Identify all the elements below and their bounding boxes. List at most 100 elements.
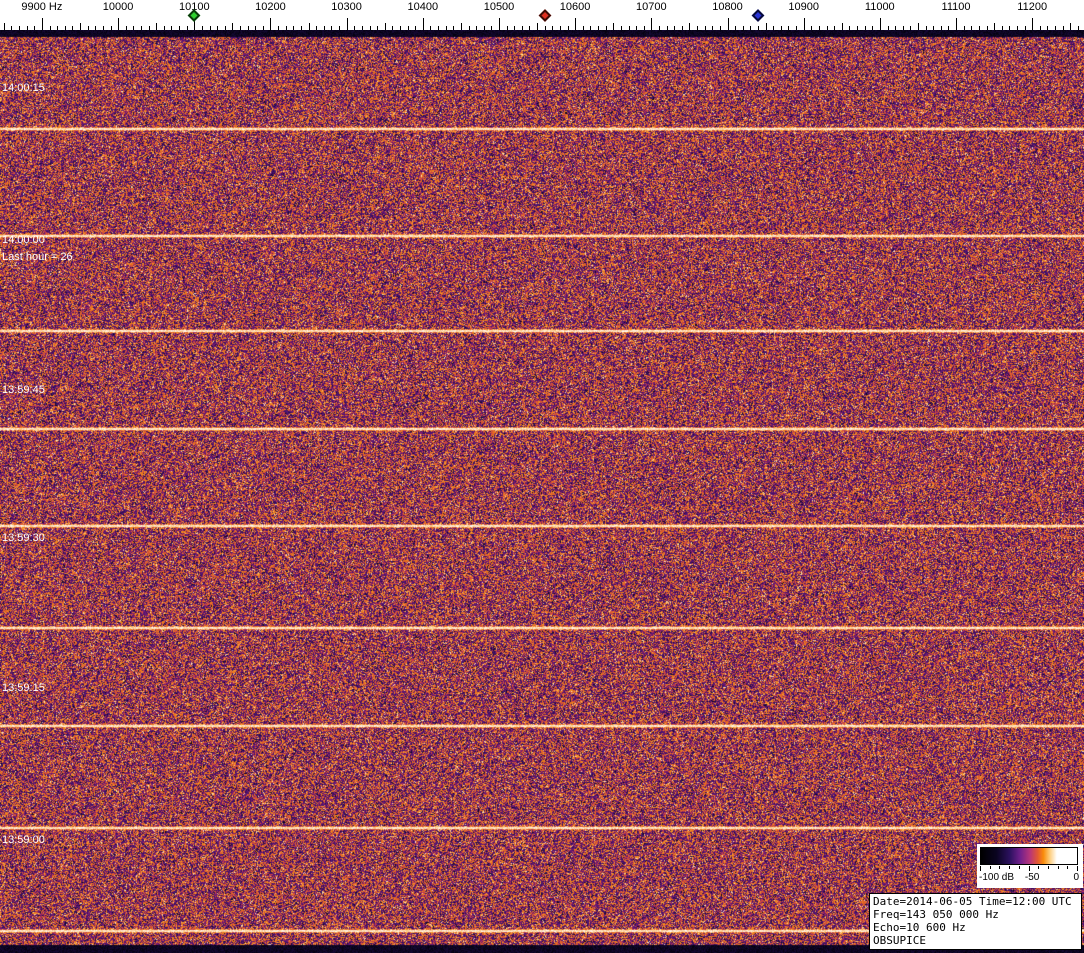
ruler-tick xyxy=(719,26,721,30)
ruler-tick xyxy=(521,26,523,30)
ruler-tick xyxy=(933,26,935,30)
ruler-tick xyxy=(834,26,836,30)
ruler-tick xyxy=(316,26,318,30)
red-marker-diamond-icon[interactable] xyxy=(538,9,552,22)
ruler-tick xyxy=(971,26,973,30)
ruler-tick xyxy=(354,26,356,30)
frequency-ruler[interactable]: 9900 Hz 10000 10100 10200 10300 10400 10500 106… xyxy=(0,0,1084,30)
blue-marker-diamond-icon[interactable] xyxy=(751,9,765,22)
ruler-tick xyxy=(773,26,775,30)
ruler-tick xyxy=(415,26,417,30)
ruler-tick xyxy=(1055,26,1057,30)
ruler-tick xyxy=(95,26,97,30)
ruler-tick xyxy=(407,26,409,30)
ruler-tick xyxy=(483,26,485,30)
ruler-tick xyxy=(750,26,752,30)
ruler-tick xyxy=(255,26,257,30)
ruler-tick xyxy=(681,26,683,30)
ruler-tick xyxy=(575,18,577,30)
ruler-tick xyxy=(240,26,241,30)
ruler-tick xyxy=(978,26,980,30)
ruler-tick xyxy=(674,26,676,30)
ruler-tick xyxy=(712,26,714,30)
ruler-tick xyxy=(3,23,5,30)
ruler-tick xyxy=(689,23,691,30)
ruler-tick xyxy=(544,26,546,30)
ruler-label-10500: 10500 xyxy=(483,1,515,13)
ruler-tick xyxy=(87,26,89,30)
ruler-tick xyxy=(460,23,462,30)
ruler-tick xyxy=(1062,26,1064,30)
ruler-tick xyxy=(72,26,74,30)
ruler-tick xyxy=(384,23,386,30)
ruler-tick xyxy=(270,18,272,30)
ruler-tick xyxy=(620,26,622,30)
ruler-tick xyxy=(148,26,150,30)
ruler-tick xyxy=(179,26,180,30)
ruler-tick xyxy=(735,26,737,30)
ruler-tick xyxy=(948,26,950,30)
spectrogram-canvas[interactable] xyxy=(0,30,1084,953)
ruler-tick xyxy=(956,18,957,30)
ruler-tick xyxy=(613,23,615,30)
ruler-label-10600: 10600 xyxy=(559,1,591,13)
ruler-tick xyxy=(605,26,607,30)
ruler-tick xyxy=(331,26,333,30)
ruler-tick xyxy=(559,26,561,30)
ruler-tick xyxy=(369,26,371,30)
ruler-tick xyxy=(1070,23,1072,30)
ruler-label-10700: 10700 xyxy=(636,1,667,13)
ruler-tick xyxy=(872,26,874,30)
ruler-tick xyxy=(217,26,219,30)
ruler-tick xyxy=(57,26,59,30)
ruler-tick xyxy=(491,26,493,30)
ruler-tick xyxy=(818,26,820,30)
ruler-tick xyxy=(811,26,813,30)
ruler-tick xyxy=(902,26,904,30)
ruler-tick xyxy=(224,26,226,30)
ruler-tick xyxy=(308,23,310,30)
ruler-tick xyxy=(11,26,13,30)
ruler-tick xyxy=(392,26,394,30)
ruler-tick xyxy=(537,23,538,30)
colorbar-tick xyxy=(1038,866,1040,869)
info-date-time: Date=2014-06-05 Time=12:00 UTC xyxy=(873,895,1072,908)
ruler-label-10400: 10400 xyxy=(407,1,439,13)
ruler-label-11000: 11000 xyxy=(864,1,895,13)
ruler-tick xyxy=(140,26,142,30)
ruler-tick xyxy=(80,23,81,30)
ruler-tick xyxy=(803,18,805,30)
info-box: Date=2014-06-05 Time=12:00 UTC Freq=143 … xyxy=(869,893,1082,950)
ruler-tick xyxy=(552,26,554,30)
ruler-tick xyxy=(19,26,20,30)
ruler-tick xyxy=(895,26,897,30)
ruler-tick xyxy=(796,26,798,30)
ruler-tick xyxy=(697,26,698,30)
ruler-label-10900: 10900 xyxy=(788,1,819,13)
ruler-tick xyxy=(567,26,569,30)
ruler-tick xyxy=(1001,26,1003,30)
ruler-tick xyxy=(758,26,759,30)
ruler-tick xyxy=(438,26,439,30)
ruler-tick xyxy=(110,26,112,30)
ruler-tick xyxy=(41,18,43,30)
ruler-label-10000: 10000 xyxy=(102,1,134,13)
colorbar-tick xyxy=(1018,866,1020,869)
ruler-tick xyxy=(1017,26,1018,30)
ruler-tick xyxy=(940,26,942,30)
ruler-tick xyxy=(26,26,28,30)
ruler-tick xyxy=(323,26,325,30)
ruler-tick xyxy=(590,26,592,30)
colorbar-gradient xyxy=(980,847,1078,865)
ruler-tick xyxy=(499,18,500,30)
ruler-tick xyxy=(209,26,211,30)
ruler-tick xyxy=(1077,26,1079,30)
ruler-tick xyxy=(925,26,927,30)
ruler-tick xyxy=(864,26,866,30)
info-frequency: Freq=143 050 000 Hz xyxy=(873,908,999,921)
ruler-tick xyxy=(1032,18,1034,30)
ruler-tick xyxy=(658,26,660,30)
spectrogram-app: 9900 Hz 10000 10100 10200 10300 10400 10500 106… xyxy=(0,0,1084,953)
ruler-tick xyxy=(201,26,203,30)
ruler-label-11200: 11200 xyxy=(1017,1,1048,13)
